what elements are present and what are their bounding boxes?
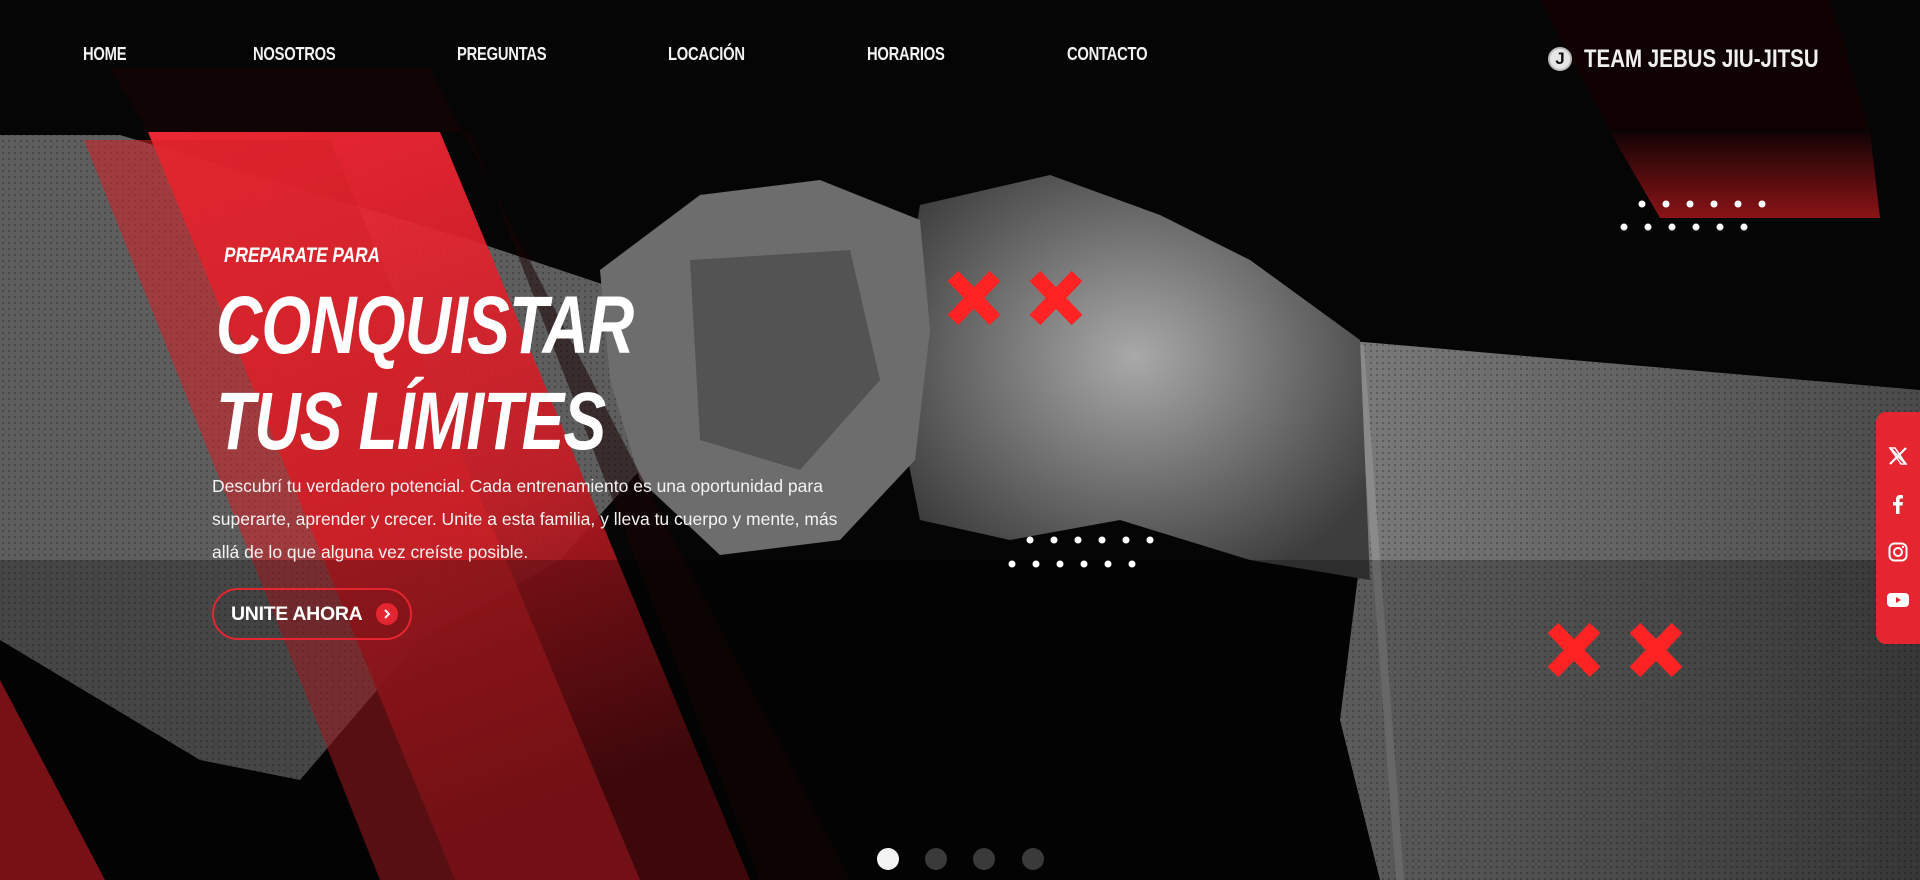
brand-logo-icon: J <box>1548 47 1572 71</box>
brand-name: TEAM JEBUS JIU-JITSU <box>1584 44 1819 73</box>
slider-dot-2[interactable] <box>925 848 947 870</box>
nav-item-locacion[interactable]: LOCACIÓN <box>668 44 745 65</box>
nav-item-nosotros[interactable]: NOSOTROS <box>253 44 336 65</box>
nav-item-horarios[interactable]: HORARIOS <box>867 44 945 65</box>
hero-headline-line1: CONQUISTAR <box>216 280 634 371</box>
hero-headline: CONQUISTAR TUS LÍMITES <box>216 278 634 470</box>
instagram-icon[interactable] <box>1876 534 1920 570</box>
slider-dot-1[interactable] <box>877 848 899 870</box>
arrow-right-circle-icon <box>376 603 399 625</box>
hero-headline-line2: TUS LÍMITES <box>216 376 606 467</box>
social-sidebar <box>1876 412 1920 644</box>
nav-item-contacto[interactable]: CONTACTO <box>1067 44 1148 65</box>
x-marks-decoration-bottom <box>1547 622 1683 678</box>
dots-decoration-center <box>1008 536 1154 568</box>
slider-pagination <box>0 848 1920 872</box>
hero-section: HOME NOSOTROS PREGUNTAS LOCACIÓN HORARIO… <box>0 0 1920 880</box>
slider-dot-4[interactable] <box>1022 848 1044 870</box>
facebook-icon[interactable] <box>1876 486 1920 522</box>
dots-decoration-top-right <box>1620 200 1766 231</box>
x-marks-decoration-top <box>947 270 1083 326</box>
hero-description: Descubrí tu verdadero potencial. Cada en… <box>212 476 838 562</box>
youtube-icon[interactable] <box>1876 582 1920 618</box>
cta-label: UNITE AHORA <box>231 602 363 625</box>
hero-kicker: PREPARATE PARA <box>224 244 380 267</box>
x-icon[interactable] <box>1876 438 1920 474</box>
unite-ahora-button[interactable]: UNITE AHORA <box>212 588 412 640</box>
slider-dot-3[interactable] <box>973 848 995 870</box>
nav-item-preguntas[interactable]: PREGUNTAS <box>457 44 547 65</box>
nav-item-home[interactable]: HOME <box>83 44 127 65</box>
brand-logo-link[interactable]: J TEAM JEBUS JIU-JITSU <box>1548 44 1870 74</box>
